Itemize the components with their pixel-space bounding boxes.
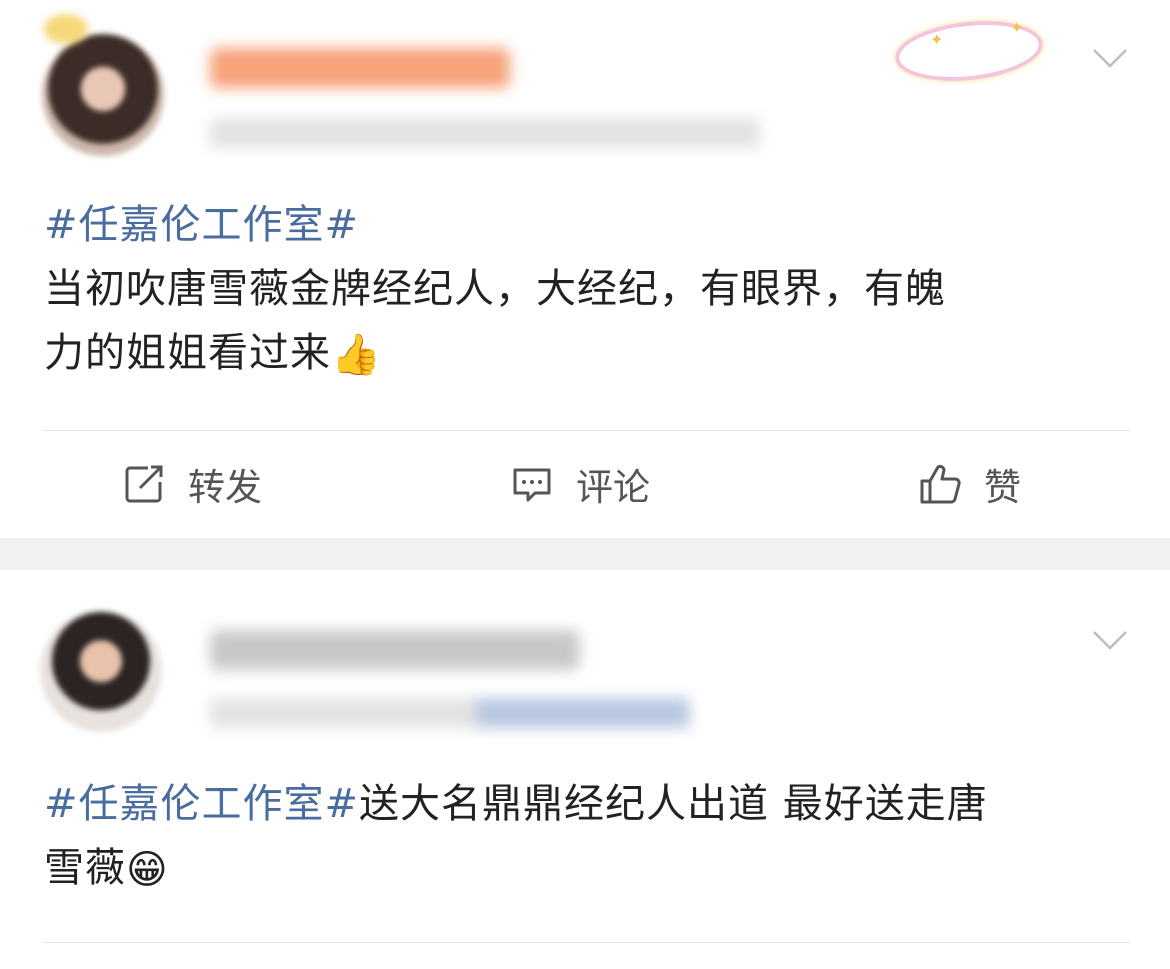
star-icon: ✦: [1010, 18, 1024, 37]
post-text-line: 送大名鼎鼎经纪人出道 最好送走唐: [359, 781, 988, 827]
post-separator: [0, 538, 1170, 570]
repost-icon: [125, 465, 163, 503]
like-label: 赞: [984, 466, 1021, 509]
repost-label: 转发: [188, 466, 262, 509]
grinning-emoji: 😁: [126, 847, 169, 893]
post-card: ✦ ✦ #任嘉伦工作室# 当初吹唐雪薇金牌经纪人，大经纪，有眼界，有魄 力的姐姐…: [0, 0, 1170, 538]
chevron-down-icon[interactable]: [1092, 46, 1128, 70]
hashtag-link[interactable]: #任嘉伦工作室#: [44, 781, 359, 827]
post-text-line: 当初吹唐雪薇金牌经纪人，大经纪，有眼界，有魄: [44, 266, 946, 312]
post-content: #任嘉伦工作室#送大名鼎鼎经纪人出道 最好送走唐 雪薇😁: [44, 772, 1124, 902]
post-meta-blurred: [210, 118, 760, 148]
post-meta-blurred: [210, 698, 690, 728]
avatar[interactable]: [40, 610, 162, 732]
thumbs-up-icon: [920, 464, 961, 504]
avatar[interactable]: [42, 34, 164, 156]
post-card: #任嘉伦工作室#送大名鼎鼎经纪人出道 最好送走唐 雪薇😁: [0, 570, 1170, 969]
username-blurred[interactable]: [210, 48, 510, 88]
post-text-line: 力的姐姐看过来: [44, 330, 331, 376]
thumbs-up-emoji: 👍: [331, 332, 382, 378]
comment-icon: [513, 468, 551, 502]
post-content: #任嘉伦工作室# 当初吹唐雪薇金牌经纪人，大经纪，有眼界，有魄 力的姐姐看过来👍: [44, 193, 1124, 387]
post-text-line: 雪薇: [44, 845, 126, 891]
comment-button[interactable]: 评论: [510, 459, 650, 509]
like-button[interactable]: 赞: [918, 459, 1021, 509]
hashtag-link[interactable]: #任嘉伦工作室#: [44, 202, 359, 248]
username-blurred[interactable]: [210, 630, 580, 670]
star-icon: ✦: [930, 30, 944, 49]
chevron-down-icon[interactable]: [1092, 628, 1128, 652]
divider: [42, 942, 1130, 943]
comment-label: 评论: [576, 466, 650, 509]
action-bar: 转发 评论 赞: [0, 431, 1170, 538]
avatar-badge: [44, 14, 88, 44]
repost-button[interactable]: 转发: [122, 459, 262, 509]
